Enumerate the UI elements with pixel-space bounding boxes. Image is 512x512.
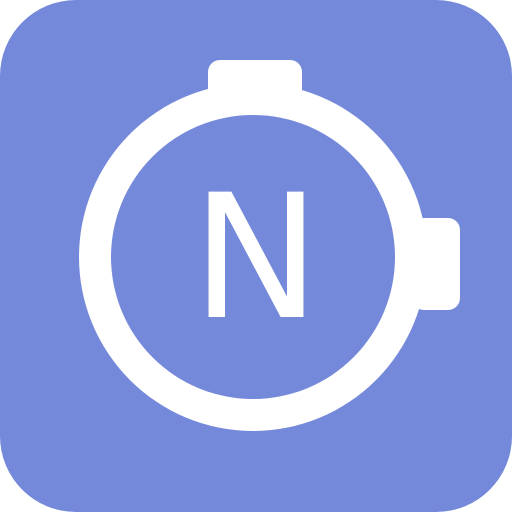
app-icon-stage: N — [0, 0, 512, 512]
logo-letter: N — [191, 157, 321, 358]
